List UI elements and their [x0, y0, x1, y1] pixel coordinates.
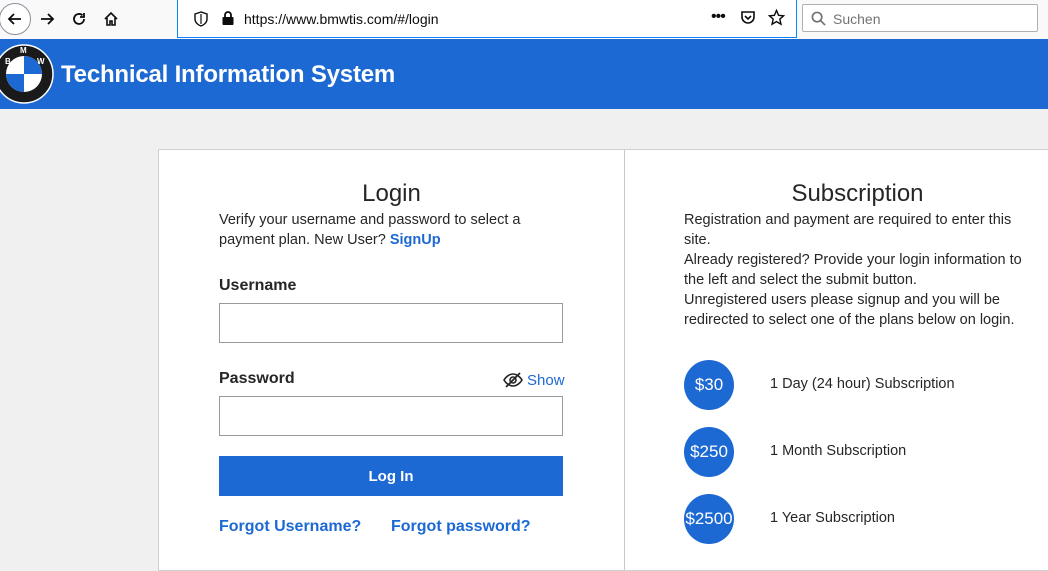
search-bar[interactable]: Suchen: [802, 4, 1038, 32]
forgot-username-link[interactable]: Forgot Username?: [219, 518, 361, 536]
shield-icon: [194, 11, 208, 27]
home-button[interactable]: [96, 4, 126, 34]
card-divider: [624, 150, 625, 570]
login-description: Verify your username and password to sel…: [219, 210, 549, 250]
subscription-line: Registration and payment are required to…: [684, 212, 1012, 248]
subscription-description: Registration and payment are required to…: [684, 210, 1029, 330]
subscription-line: Unregistered users please signup and you…: [684, 292, 1015, 328]
plan-price-badge: $250: [684, 427, 734, 477]
arrow-right-icon: [41, 13, 55, 25]
site-header: B M W Technical Information System: [0, 39, 1048, 109]
reload-button[interactable]: [64, 4, 94, 34]
username-input[interactable]: [219, 303, 563, 343]
svg-text:M: M: [20, 46, 27, 55]
reload-icon: [73, 13, 85, 25]
home-icon: [104, 11, 118, 26]
password-input[interactable]: [219, 396, 563, 436]
svg-text:W: W: [37, 57, 45, 66]
page-actions-icon[interactable]: •••: [711, 8, 726, 26]
login-card: Login Verify your username and password …: [158, 149, 1048, 571]
url-bar[interactable]: https://www.bmwtis.com/#/login •••: [177, 0, 797, 38]
subscription-title: Subscription: [791, 180, 924, 207]
login-button[interactable]: Log In: [219, 456, 563, 496]
lock-icon: [222, 11, 234, 25]
login-description-text: Verify your username and password to sel…: [219, 212, 521, 248]
search-placeholder: Suchen: [833, 11, 881, 27]
password-label: Password: [219, 370, 295, 387]
pocket-icon[interactable]: [740, 10, 756, 26]
subscription-line: Already registered? Provide your login i…: [684, 252, 1022, 288]
svg-text:B: B: [5, 57, 11, 66]
search-icon: [811, 11, 826, 26]
show-label[interactable]: Show: [527, 372, 565, 389]
url-text[interactable]: https://www.bmwtis.com/#/login: [244, 11, 439, 27]
show-password-toggle[interactable]: Show: [503, 370, 565, 390]
plan-label: 1 Month Subscription: [770, 443, 907, 459]
site-title: Technical Information System: [61, 61, 396, 88]
username-label: Username: [219, 277, 297, 294]
plan-price-badge: $30: [684, 360, 734, 410]
star-icon[interactable]: [768, 9, 785, 26]
plan-label: 1 Year Subscription: [770, 510, 895, 526]
back-button[interactable]: [0, 3, 31, 35]
signup-link[interactable]: SignUp: [390, 232, 441, 248]
forward-button[interactable]: [32, 4, 62, 34]
arrow-left-icon: [7, 13, 21, 25]
bmw-logo[interactable]: B M W: [0, 42, 54, 106]
forgot-password-link[interactable]: Forgot password?: [391, 518, 531, 536]
eye-slash-icon: [503, 372, 523, 388]
login-title: Login: [362, 180, 421, 207]
plan-label: 1 Day (24 hour) Subscription: [770, 376, 955, 392]
plan-price-badge: $2500: [684, 494, 734, 544]
browser-toolbar: https://www.bmwtis.com/#/login ••• Suche…: [0, 0, 1048, 40]
